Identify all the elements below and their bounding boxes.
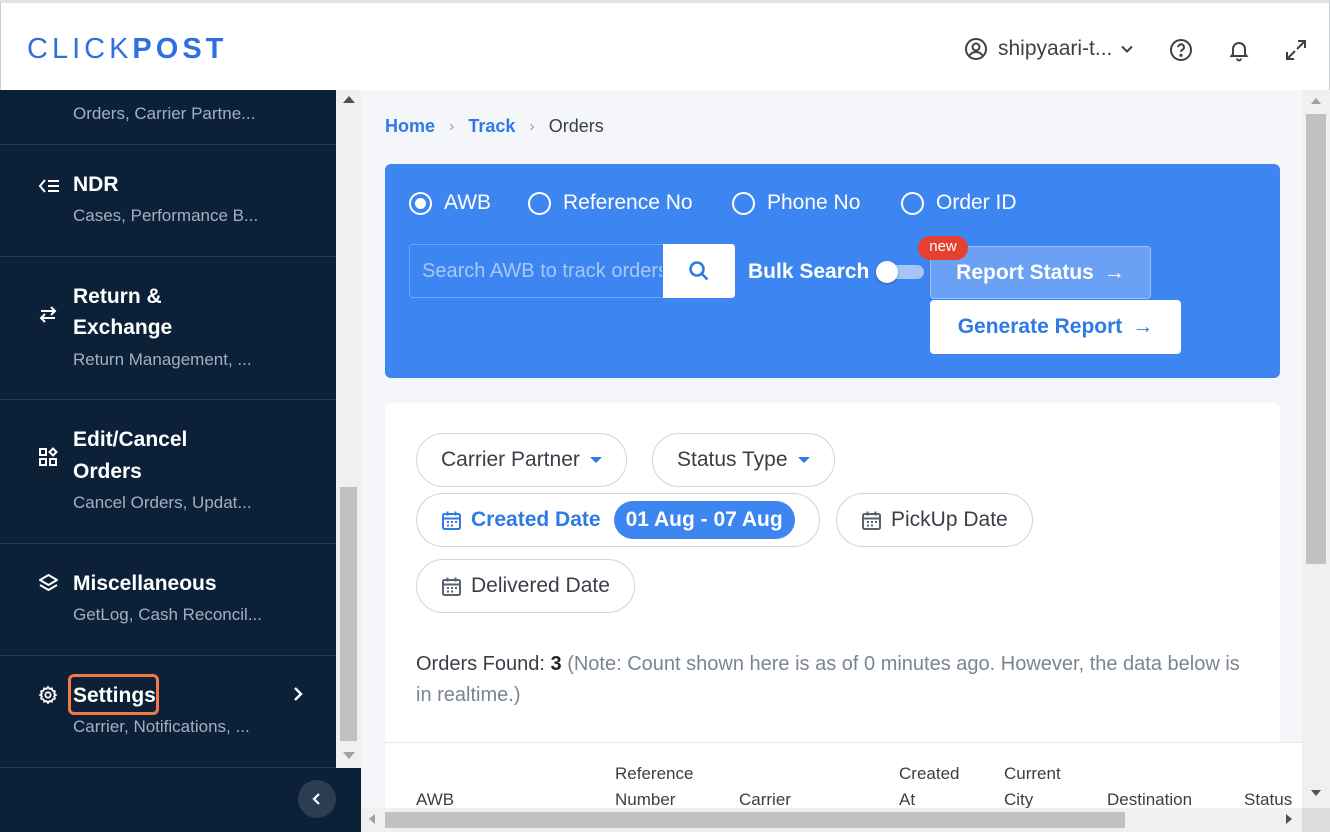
scroll-down-arrow-icon[interactable] [343,752,355,759]
created-date-filter[interactable]: Created Date 01 Aug - 07 Aug [416,493,820,547]
column-carrier[interactable]: Carrier [739,787,791,808]
arrow-right-icon: → [1103,260,1125,284]
scroll-right-arrow-icon[interactable] [1286,814,1292,824]
collapse-sidebar-button[interactable] [298,780,336,818]
sidebar-scrollbar[interactable] [336,90,361,768]
sidebar-item-miscellaneous[interactable]: Miscellaneous GetLog, Cash Reconcil... [0,544,336,656]
sidebar-item-label: Miscellaneous [73,572,217,595]
sidebar-item-ndr[interactable]: NDR Cases, Performance B... [0,145,336,257]
sidebar-item-subtitle: Orders, Carrier Partne... [73,104,256,123]
caret-down-icon [797,457,810,463]
user-menu[interactable]: shipyaari-t... [964,37,1144,61]
scrollbar-thumb[interactable] [385,812,1125,828]
orders-table-header: AWB Reference Number Carrier Created At … [385,742,1302,808]
grid-edit-icon [39,447,58,466]
arrow-right-icon: → [1132,315,1154,338]
scrollbar-thumb[interactable] [340,487,357,741]
new-badge: new [918,236,968,260]
scroll-up-arrow-icon[interactable] [1311,98,1321,104]
scrollbar-corner [1302,808,1330,832]
layers-icon [39,574,58,591]
radio-reference-no[interactable]: Reference No [528,191,693,215]
calendar-icon [442,511,461,530]
calendar-icon [442,577,461,596]
breadcrumb-track-link[interactable]: Track [468,116,515,137]
radio-selected-icon [409,191,432,215]
toggle-knob [876,261,898,283]
sidebar-item-label: Settings [73,684,156,707]
column-current-city[interactable]: Current City [1004,761,1084,808]
search-button[interactable] [663,244,735,298]
chevron-left-icon [312,793,320,805]
sidebar-item-subtitle: GetLog, Cash Reconcil... [73,605,262,624]
sidebar: Orders, Carrier Partne... NDR Cases, Per… [0,90,336,768]
bell-icon[interactable] [1227,38,1251,62]
sidebar-item-settings[interactable]: Settings Carrier, Notifications, ... [0,656,336,768]
carrier-partner-filter[interactable]: Carrier Partner [416,433,627,487]
radio-empty-icon [901,191,924,215]
sidebar-item-subtitle: Cases, Performance B... [73,206,259,225]
main-content: Home › Track › Orders AWB Reference No P… [361,90,1302,808]
chevron-down-icon [1121,45,1134,53]
scroll-left-arrow-icon[interactable] [369,814,375,824]
delivered-date-filter[interactable]: Delivered Date [416,559,635,613]
user-name: shipyaari-t... [998,37,1113,60]
clickpost-logo[interactable]: CLICKPOST [27,33,227,66]
column-created-at[interactable]: Created At [899,761,979,808]
user-circle-icon [965,38,987,60]
column-destination[interactable]: Destination [1107,787,1192,808]
calendar-icon [862,511,881,530]
radio-empty-icon [528,191,551,215]
sidebar-footer [0,768,361,832]
swap-arrows-icon [39,306,57,323]
scrollbar-thumb[interactable] [1306,114,1326,564]
sidebar-item-label: NDR [73,173,119,196]
radio-phone-no[interactable]: Phone No [732,191,860,215]
help-icon[interactable] [1169,38,1193,62]
pickup-date-filter[interactable]: PickUp Date [836,493,1033,547]
search-input[interactable] [410,245,662,297]
sidebar-item-subtitle: Carrier, Notifications, ... [73,717,250,736]
orders-found-label: Orders Found: [416,653,545,675]
main-horizontal-scrollbar[interactable] [361,808,1302,832]
sidebar-item-label: Edit/Cancel [73,428,188,451]
main-vertical-scrollbar[interactable] [1302,90,1330,808]
sidebar-item-edit-cancel-orders[interactable]: Edit/Cancel Orders Cancel Orders, Updat.… [0,400,336,544]
sidebar-item-subtitle: Return Management, ... [73,350,252,369]
search-panel: AWB Reference No Phone No Order ID Bulk … [385,164,1280,378]
orders-count: 3 [550,653,562,675]
orders-found-text: Orders Found: 3 (Note: Count shown here … [416,649,1256,711]
radio-order-id[interactable]: Order ID [901,191,1017,215]
sidebar-item-label-line2: Orders [73,460,142,483]
expand-icon[interactable] [1284,38,1308,62]
caret-down-icon [589,457,602,463]
chevron-right-icon [294,687,303,701]
gear-icon [38,685,58,705]
status-type-filter[interactable]: Status Type [652,433,835,487]
sidebar-item-return-exchange[interactable]: Return & Exchange Return Management, ... [0,257,336,400]
breadcrumb-home-link[interactable]: Home [385,116,435,137]
bulk-search-toggle[interactable] [876,261,924,283]
breadcrumb: Home › Track › Orders [385,116,604,137]
search-icon [689,261,709,281]
scroll-down-arrow-icon[interactable] [1311,790,1321,796]
chevron-right-icon: › [529,117,535,135]
column-reference-number[interactable]: Reference Number [615,761,715,808]
column-status[interactable]: Status [1244,787,1292,808]
top-header: CLICKPOST shipyaari-t... [0,0,1330,90]
sidebar-item-label: Return & [73,285,162,308]
date-range-pill[interactable]: 01 Aug - 07 Aug [613,501,795,539]
ndr-icon [38,179,59,193]
sidebar-item-label-line2: Exchange [73,316,173,339]
radio-empty-icon [732,191,755,215]
bulk-search-label: Bulk Search [748,260,870,283]
scroll-up-arrow-icon[interactable] [343,96,355,103]
radio-awb[interactable]: AWB [409,191,491,215]
column-awb[interactable]: AWB [416,787,454,808]
sidebar-item-subtitle: Cancel Orders, Updat... [73,493,252,512]
sidebar-item-orders[interactable]: Orders, Carrier Partne... [0,90,336,145]
generate-report-button[interactable]: Generate Report → [930,300,1181,354]
chevron-right-icon: › [449,117,455,135]
breadcrumb-current: Orders [548,116,604,136]
